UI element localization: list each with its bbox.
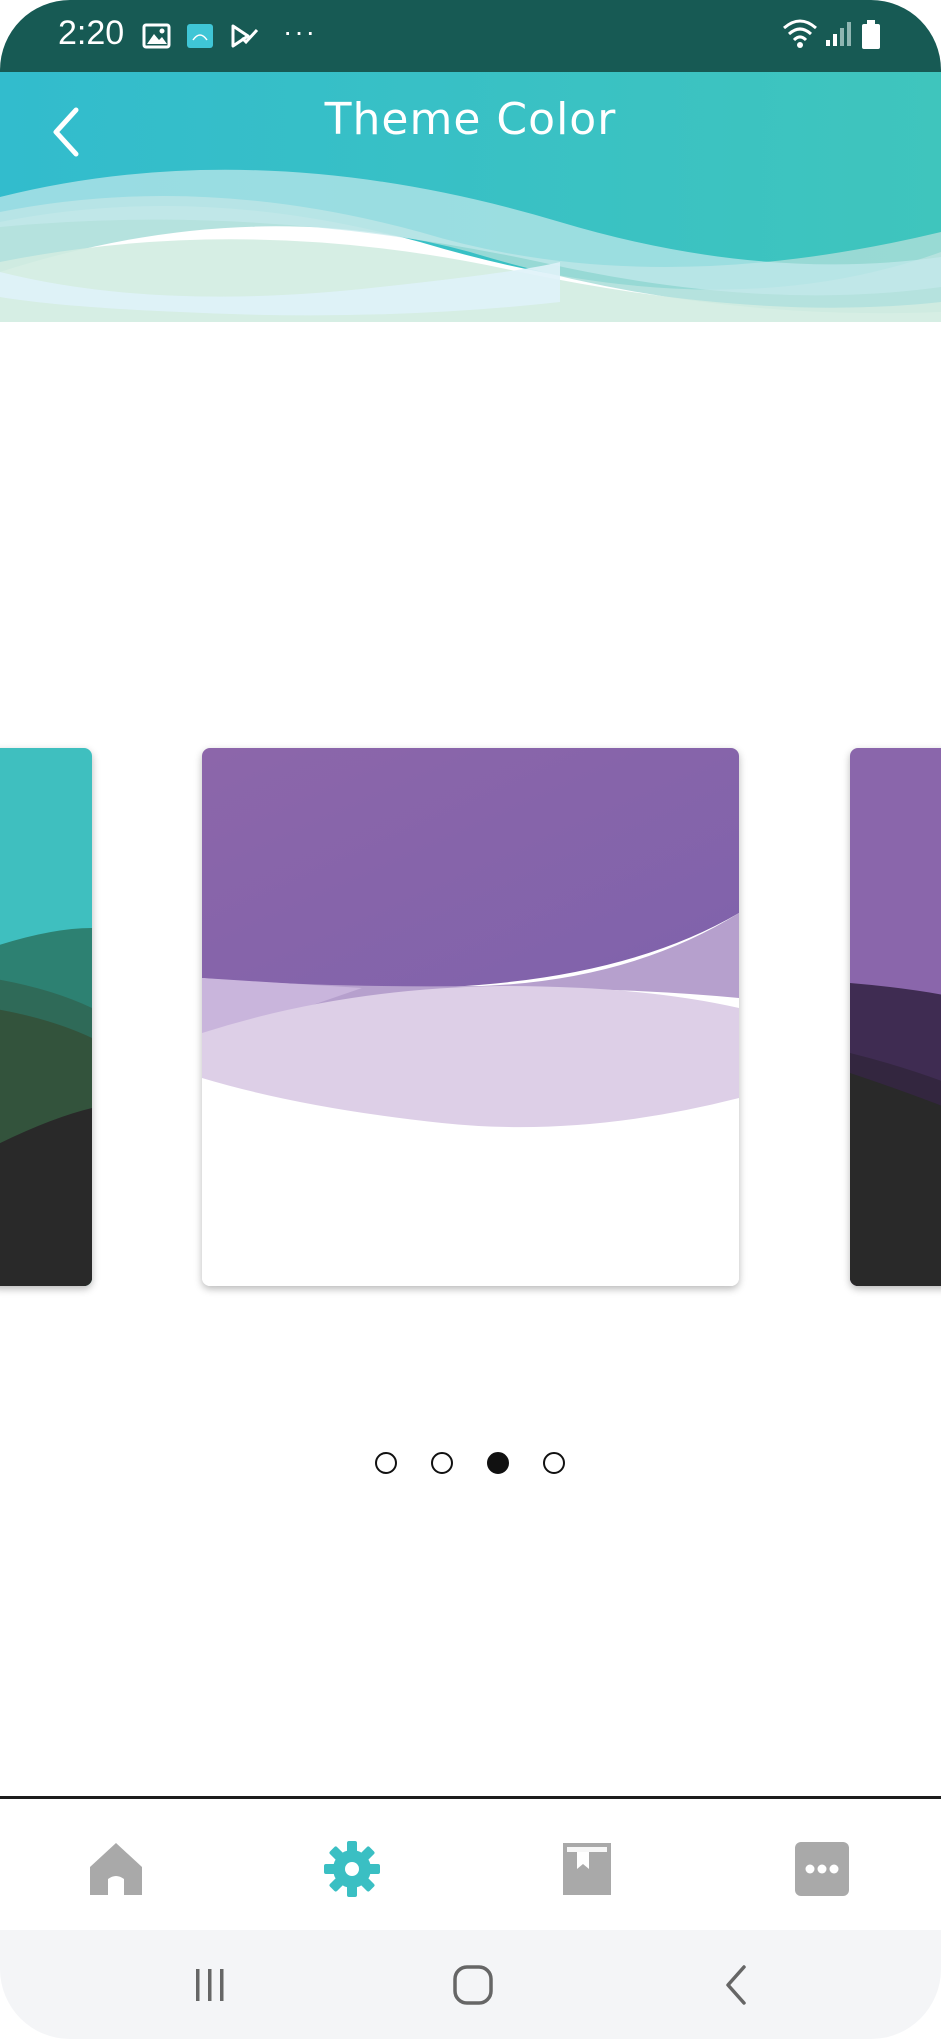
wifi-icon: [782, 18, 818, 54]
home-icon: [90, 1843, 142, 1895]
page-dot[interactable]: [375, 1452, 397, 1474]
bottom-nav: [0, 1796, 941, 1931]
signal-icon: [824, 20, 852, 52]
back-icon: [726, 1965, 746, 2005]
nav-bookmarks-button[interactable]: [557, 1839, 617, 1899]
photo-app-icon: [186, 22, 214, 54]
theme-carousel[interactable]: [0, 748, 941, 1288]
recent-apps-icon: [196, 1969, 224, 2001]
more-icon: [795, 1842, 849, 1896]
bookmark-book-icon: [563, 1843, 611, 1895]
recent-apps-button[interactable]: [180, 1960, 240, 2010]
gear-icon: [324, 1841, 380, 1897]
theme-color-screen: 2:20 ··· Theme Color: [0, 0, 941, 2039]
page-title: Theme Color: [324, 94, 617, 145]
battery-icon: [861, 20, 881, 54]
tasks-icon: [230, 22, 260, 54]
system-home-button[interactable]: [443, 1960, 503, 2010]
nav-settings-button[interactable]: [322, 1839, 382, 1899]
page-dot[interactable]: [543, 1452, 565, 1474]
more-dots-icon: ···: [283, 16, 317, 47]
theme-card-purple[interactable]: [202, 748, 739, 1286]
status-time: 2:20: [58, 14, 125, 52]
page-dot[interactable]: [431, 1452, 453, 1474]
page-indicator: [0, 1452, 941, 1482]
nav-more-button[interactable]: [792, 1839, 852, 1899]
status-bar: 2:20 ···: [0, 0, 941, 72]
nav-home-button[interactable]: [86, 1839, 146, 1899]
theme-card-teal[interactable]: [0, 748, 92, 1286]
system-nav: [0, 1930, 941, 2039]
theme-card-dark-purple[interactable]: [850, 748, 941, 1286]
home-circle-icon: [453, 1965, 493, 2005]
gallery-icon: [142, 22, 172, 54]
system-back-button[interactable]: [706, 1960, 766, 2010]
header: Theme Color: [0, 72, 941, 322]
page-dot[interactable]: [487, 1452, 509, 1474]
